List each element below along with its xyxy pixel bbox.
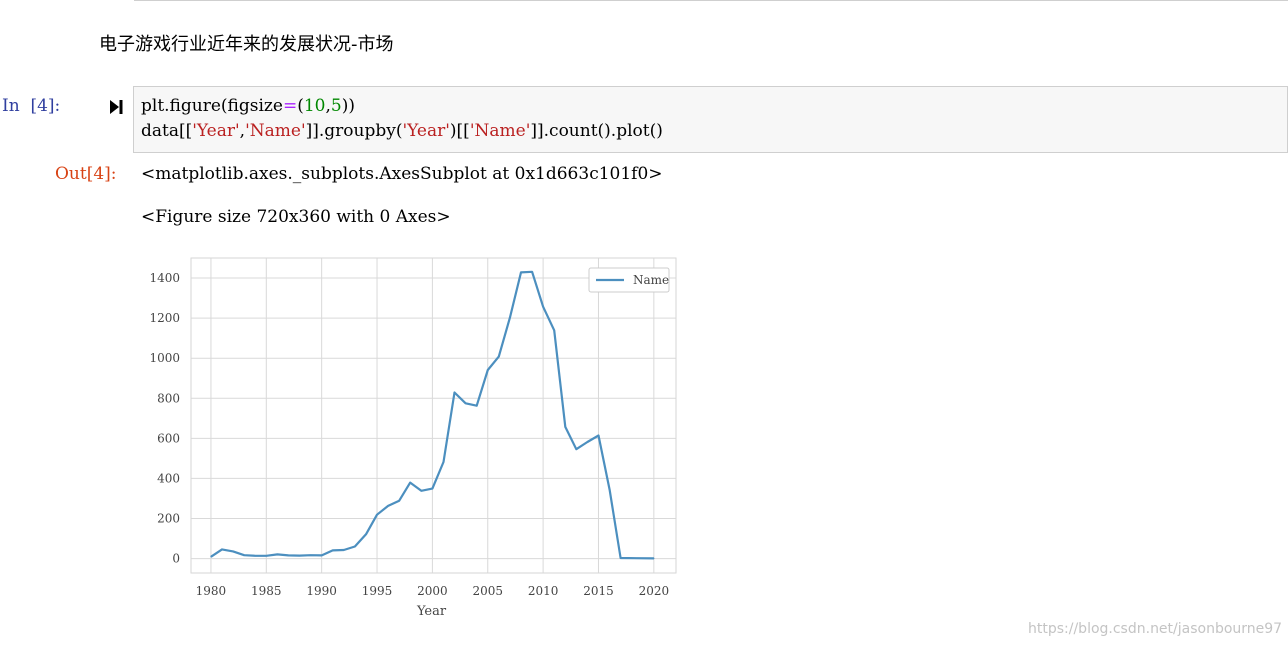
code-string: 'Year' <box>192 121 240 141</box>
data-point <box>498 355 500 358</box>
run-cell-icon[interactable] <box>108 97 124 117</box>
code-editor[interactable]: plt.figure(figsize=(10,5)) data[['Year',… <box>133 86 1288 153</box>
y-tick-label: 1400 <box>149 271 180 285</box>
y-tick-label: 400 <box>157 471 180 485</box>
code-token: ]].groupby( <box>305 121 403 141</box>
y-tick-label: 1000 <box>149 351 180 365</box>
data-point <box>265 555 267 557</box>
data-point <box>431 488 433 490</box>
code-operator: = <box>282 96 298 116</box>
data-point <box>332 549 334 551</box>
data-point <box>608 489 611 491</box>
x-axis-label: Year <box>416 604 447 619</box>
x-tick-label: 1985 <box>251 584 282 598</box>
data-point <box>531 271 533 273</box>
y-tick-label: 1200 <box>149 311 180 325</box>
data-point <box>653 557 655 559</box>
data-point <box>420 490 422 492</box>
y-tick-label: 600 <box>157 431 180 445</box>
x-tick-label: 2020 <box>639 584 670 598</box>
legend-label: Name <box>633 273 669 287</box>
x-tick-label: 2015 <box>583 584 614 598</box>
x-tick-label: 2000 <box>417 584 448 598</box>
x-tick-label: 1995 <box>362 584 393 598</box>
markdown-heading: 电子游戏行业近年来的发展状况-市场 <box>99 34 394 55</box>
data-point <box>487 369 489 371</box>
data-point <box>221 548 223 550</box>
x-tick-label: 1980 <box>196 584 227 598</box>
previous-cell-border <box>134 0 1288 1</box>
data-point <box>298 554 301 557</box>
data-point <box>509 317 511 319</box>
y-tick-label: 0 <box>172 552 180 566</box>
code-string: 'Year' <box>402 121 450 141</box>
data-point <box>398 500 400 502</box>
code-token: plt.figure(figsize <box>141 96 283 116</box>
data-point <box>321 554 323 556</box>
code-string: 'Name' <box>245 121 306 141</box>
data-point <box>520 271 522 274</box>
data-point <box>465 402 467 404</box>
watermark: https://blog.csdn.net/jasonbourne97 <box>1028 621 1283 637</box>
data-point <box>354 545 356 548</box>
output-repr-axes: <matplotlib.axes._subplots.AxesSubplot a… <box>141 164 663 184</box>
code-token: ]].count().plot() <box>530 121 663 141</box>
data-point <box>553 329 555 331</box>
code-number: 10 <box>303 96 326 116</box>
y-tick-label: 800 <box>157 391 180 405</box>
data-point <box>476 405 478 407</box>
data-point <box>542 306 544 308</box>
data-point <box>276 553 278 555</box>
code-token: data[[ <box>141 121 193 141</box>
code-token: ( <box>297 96 304 116</box>
data-point <box>376 514 378 516</box>
data-point <box>564 426 566 428</box>
data-point <box>586 441 589 443</box>
code-string: 'Name' <box>469 121 531 141</box>
code-line-2: data[['Year','Name']].groupby('Year')[['… <box>141 121 663 141</box>
x-tick-label: 1990 <box>306 584 337 598</box>
output-prompt: Out[4]: <box>55 164 117 184</box>
data-point <box>343 549 345 551</box>
x-tick-label: 2010 <box>528 584 559 598</box>
data-point <box>232 550 234 552</box>
code-token: )) <box>341 96 355 116</box>
data-point <box>243 554 245 556</box>
data-point <box>387 505 389 507</box>
data-point <box>309 554 312 556</box>
x-tick-label: 2005 <box>472 584 503 598</box>
input-prompt: In [4]: <box>2 96 61 116</box>
code-line-1: plt.figure(figsize=(10,5)) <box>141 96 355 116</box>
data-point <box>409 482 411 484</box>
data-point <box>453 391 456 394</box>
data-point <box>365 533 367 535</box>
y-tick-label: 200 <box>157 511 180 525</box>
data-point <box>620 557 622 559</box>
data-point <box>575 448 577 450</box>
line-chart: 1980 1985 1990 1995 2000 2005 2010 2015 2020 0 200… <box>149 257 677 619</box>
data-point <box>597 434 600 437</box>
notebook-page: 电子游戏行业近年来的发展状况-市场 In [4]: plt.figure(fig… <box>0 0 1288 649</box>
output-repr-figure: <Figure size 720x360 with 0 Axes> <box>141 207 451 227</box>
data-point <box>210 556 212 558</box>
code-token: )[[ <box>449 121 470 141</box>
data-point <box>442 461 445 463</box>
code-number: 5 <box>330 96 342 116</box>
data-point <box>254 555 256 557</box>
data-point <box>287 554 290 556</box>
plot-area <box>191 258 676 573</box>
